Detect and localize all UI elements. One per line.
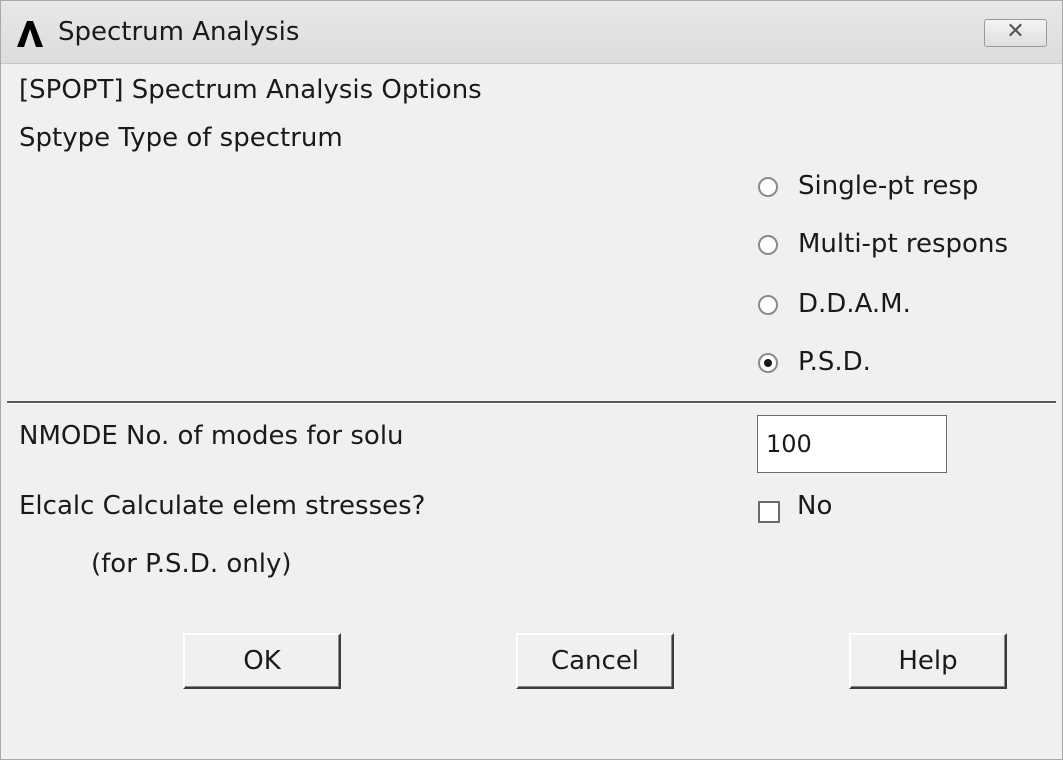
radio-label: D.D.A.M. — [798, 289, 911, 319]
nmode-input[interactable] — [757, 415, 947, 473]
radio-button[interactable] — [758, 235, 778, 255]
elcalc-checkbox-label: No — [797, 491, 833, 521]
title-bar[interactable]: Spectrum Analysis ✕ — [1, 1, 1062, 64]
command-label: [SPOPT] Spectrum Analysis Options — [19, 75, 482, 105]
radio-label: Multi-pt respons — [798, 229, 1008, 259]
help-button[interactable]: Help — [849, 633, 1007, 689]
elcalc-note: (for P.S.D. only) — [91, 549, 292, 579]
radio-label: Single-pt resp — [798, 171, 979, 201]
elcalc-label: Elcalc Calculate elem stresses? — [19, 491, 426, 521]
ansys-logo-icon — [17, 21, 43, 47]
radio-button[interactable] — [758, 177, 778, 197]
cancel-button[interactable]: Cancel — [516, 633, 674, 689]
window-title: Spectrum Analysis — [58, 17, 300, 47]
close-button[interactable]: ✕ — [984, 19, 1047, 47]
radio-button-selected[interactable] — [758, 353, 778, 373]
radio-label: P.S.D. — [798, 347, 871, 377]
nmode-label: NMODE No. of modes for solu — [19, 421, 404, 451]
ok-button[interactable]: OK — [183, 633, 341, 689]
spectrum-analysis-dialog: Spectrum Analysis ✕ [SPOPT] Spectrum Ana… — [0, 0, 1063, 760]
elcalc-checkbox[interactable] — [758, 501, 780, 523]
sptype-label: Sptype Type of spectrum — [19, 123, 343, 153]
close-icon: ✕ — [1006, 19, 1025, 44]
radio-button[interactable] — [758, 295, 778, 315]
section-divider — [7, 401, 1056, 404]
